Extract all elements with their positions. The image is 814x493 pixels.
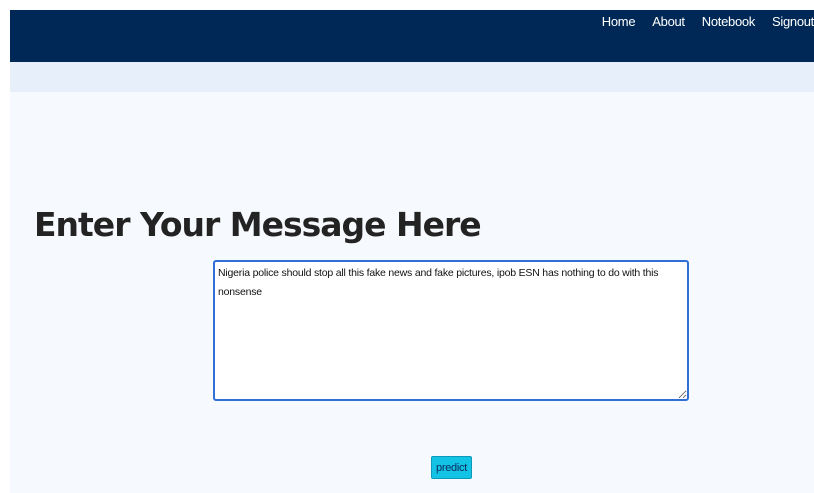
page: Home About Notebook Signout Enter Your M… [10, 10, 814, 493]
page-title: Enter Your Message Here [34, 205, 482, 244]
top-navbar: Home About Notebook Signout [10, 10, 814, 62]
nav-link-home[interactable]: Home [602, 14, 636, 29]
predict-button[interactable]: predict [431, 456, 472, 479]
nav-links: Home About Notebook Signout [585, 10, 814, 32]
nav-link-about[interactable]: About [652, 14, 685, 29]
nav-link-notebook[interactable]: Notebook [702, 14, 756, 29]
nav-link-signout[interactable]: Signout [772, 14, 814, 29]
message-textarea[interactable]: Nigeria police should stop all this fake… [213, 260, 689, 401]
sub-header-band [10, 62, 814, 92]
